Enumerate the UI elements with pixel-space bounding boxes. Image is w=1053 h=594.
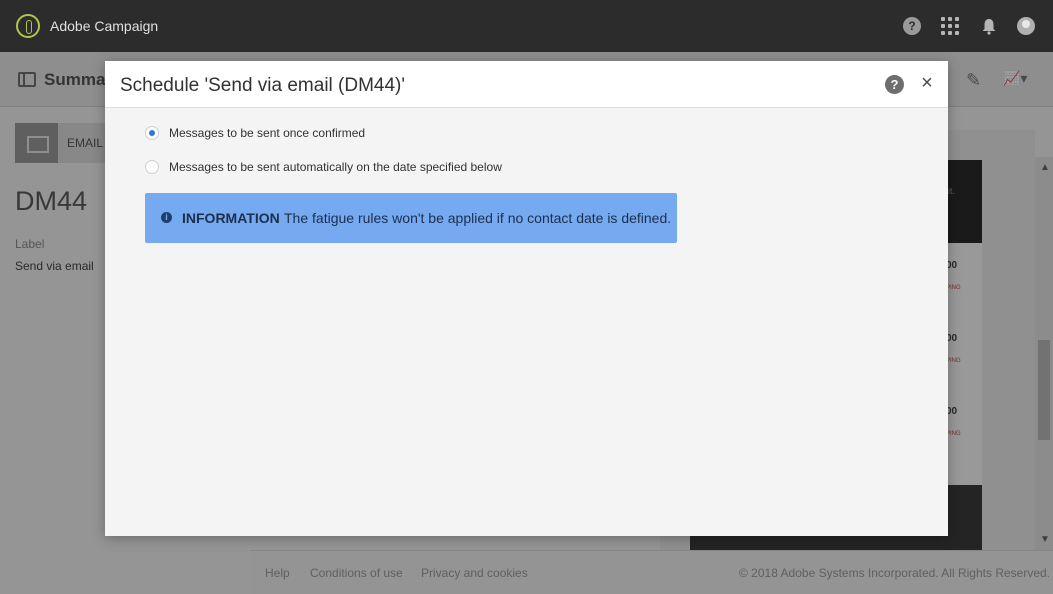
dialog-title: Schedule 'Send via email (DM44)': [120, 75, 405, 96]
info-text: The fatigue rules won't be applied if no…: [284, 210, 672, 226]
help-icon[interactable]: ?: [903, 17, 921, 35]
info-icon: i: [161, 212, 172, 223]
apps-grid-icon[interactable]: [941, 17, 959, 35]
user-avatar-icon[interactable]: [1017, 17, 1035, 35]
help-icon[interactable]: ?: [885, 75, 904, 94]
notifications-bell-icon[interactable]: [980, 17, 998, 35]
schedule-dialog: Schedule 'Send via email (DM44)' ? × Mes…: [105, 61, 948, 536]
top-bar: Adobe Campaign ?: [0, 0, 1053, 52]
radio-button-selected[interactable]: [145, 126, 159, 140]
info-title: INFORMATION: [182, 210, 280, 226]
app-title[interactable]: Adobe Campaign: [50, 18, 158, 34]
close-icon[interactable]: ×: [917, 71, 937, 95]
dialog-header: Schedule 'Send via email (DM44)' ? ×: [105, 61, 948, 108]
radio-send-on-date[interactable]: Messages to be sent automatically on the…: [145, 160, 502, 174]
radio-button[interactable]: [145, 160, 159, 174]
radio-label: Messages to be sent once confirmed: [169, 126, 366, 140]
radio-label: Messages to be sent automatically on the…: [169, 160, 502, 174]
information-banner: i INFORMATION The fatigue rules won't be…: [145, 193, 677, 243]
adobe-campaign-logo-icon[interactable]: [16, 14, 40, 38]
radio-send-once-confirmed[interactable]: Messages to be sent once confirmed: [145, 126, 365, 140]
